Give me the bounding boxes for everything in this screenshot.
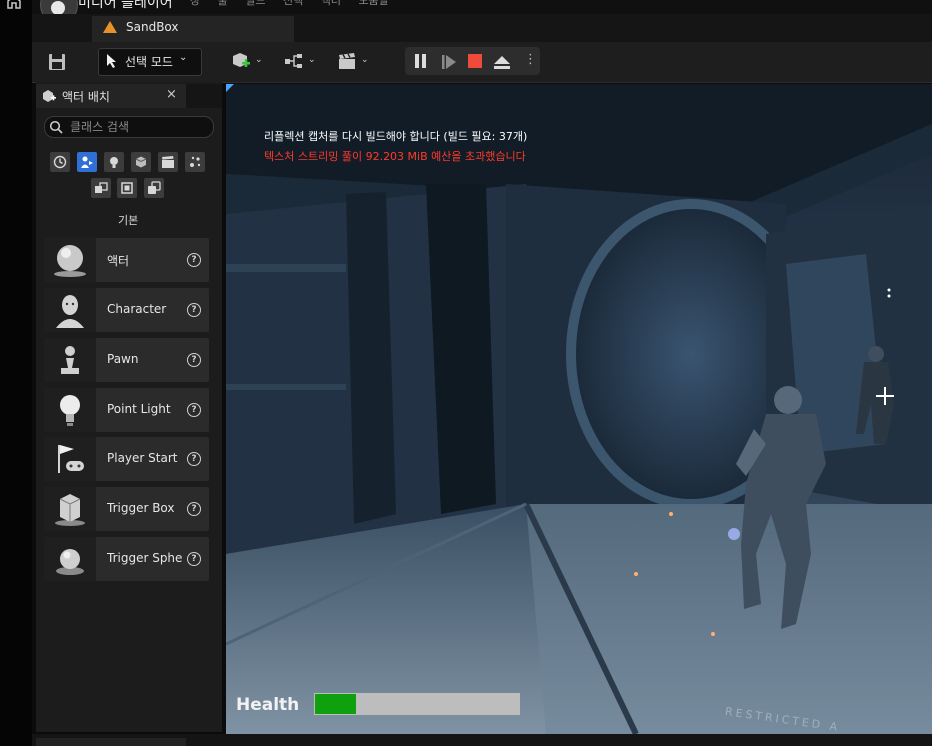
chevron-down-icon[interactable]: ⌄ bbox=[255, 55, 263, 65]
actor-item-character[interactable]: Character ? bbox=[44, 288, 209, 332]
actor-item-label: Character bbox=[107, 302, 167, 316]
stop-button[interactable] bbox=[468, 54, 482, 68]
actor-item-player-start[interactable]: Player Start ? bbox=[44, 437, 209, 481]
trigger-box-icon bbox=[55, 494, 85, 526]
chevron-down-icon[interactable]: ⌄ bbox=[308, 55, 316, 65]
character-icon bbox=[56, 295, 84, 328]
category-all-classes[interactable] bbox=[144, 178, 164, 198]
category-volumes[interactable] bbox=[91, 178, 111, 198]
cinematic-icon bbox=[162, 156, 174, 168]
category-basic[interactable] bbox=[77, 152, 97, 172]
tab-place-actors[interactable] bbox=[36, 84, 186, 108]
category-shapes[interactable] bbox=[131, 152, 151, 172]
search-placeholder: 클래스 검색 bbox=[70, 120, 130, 134]
level-icon bbox=[103, 21, 117, 33]
actor-item-label: Trigger Box bbox=[107, 501, 175, 515]
crosshair-icon bbox=[876, 387, 894, 405]
viewport-corner-marker bbox=[226, 84, 234, 92]
bottom-panel-tab[interactable] bbox=[36, 738, 186, 746]
lights-icon bbox=[110, 157, 118, 168]
trigger-sphere-icon bbox=[56, 549, 84, 575]
left-edge-strip bbox=[0, 0, 32, 746]
pause-button[interactable] bbox=[414, 54, 428, 68]
eject-button[interactable] bbox=[493, 54, 511, 69]
actor-sphere-icon bbox=[54, 245, 86, 277]
actor-item-label: Pawn bbox=[107, 352, 139, 366]
actor-item-label: Point Light bbox=[107, 402, 171, 416]
volumes-icon bbox=[95, 182, 108, 193]
cinematics-icon[interactable] bbox=[337, 52, 357, 70]
section-label: 기본 bbox=[118, 214, 139, 227]
help-icon[interactable]: ? bbox=[187, 452, 201, 466]
all-classes-icon bbox=[148, 181, 161, 194]
help-icon[interactable]: ? bbox=[187, 303, 201, 317]
actor-item-trigger-box[interactable]: Trigger Box ? bbox=[44, 487, 209, 531]
actor-item-trigger-sphere[interactable]: Trigger Spher ? bbox=[44, 537, 209, 581]
app-title: 미디어 플레이어 bbox=[78, 0, 173, 11]
menu-bar[interactable]: 창 툴 빌드 선택 액터 도움말 bbox=[190, 0, 389, 8]
actor-item-pawn[interactable]: Pawn ? bbox=[44, 338, 209, 382]
save-button[interactable] bbox=[44, 50, 70, 74]
close-icon[interactable]: × bbox=[166, 87, 177, 102]
player-start-icon bbox=[58, 445, 84, 473]
point-light-icon bbox=[60, 395, 80, 426]
game-viewport[interactable] bbox=[226, 84, 932, 734]
category-visual-effects[interactable] bbox=[185, 152, 205, 172]
frame-skip-button[interactable] bbox=[441, 54, 457, 69]
select-arrow-icon bbox=[105, 53, 119, 69]
selection-mode-label: 선택 모드 bbox=[125, 55, 173, 69]
add-actor-icon[interactable] bbox=[230, 52, 250, 70]
actor-item-label: Trigger Spher bbox=[107, 551, 182, 565]
help-icon[interactable]: ? bbox=[187, 403, 201, 417]
recent-clock-icon bbox=[53, 155, 67, 169]
place-actors-icon bbox=[42, 88, 56, 102]
health-label: Health bbox=[236, 695, 300, 715]
reflection-warning-message: 리플렉션 캡처를 다시 빌드해야 합니다 (빌드 필요: 37개) bbox=[264, 130, 528, 143]
category-geometry[interactable] bbox=[117, 178, 137, 198]
visual-effects-icon bbox=[190, 156, 201, 167]
help-icon[interactable]: ? bbox=[187, 253, 201, 267]
health-bar-fill bbox=[315, 694, 356, 714]
category-lights[interactable] bbox=[104, 152, 124, 172]
category-cinematic[interactable] bbox=[158, 152, 178, 172]
panel-title: 액터 배치 bbox=[62, 90, 110, 104]
help-icon[interactable]: ? bbox=[187, 552, 201, 566]
actor-item-label: 액터 bbox=[107, 254, 130, 268]
more-options-icon[interactable]: ⋮ bbox=[524, 52, 537, 70]
game-scene-image bbox=[226, 84, 932, 734]
geometry-icon bbox=[121, 182, 133, 194]
actor-item-actor[interactable]: 액터 ? bbox=[44, 238, 209, 282]
tab-sandbox[interactable] bbox=[92, 16, 294, 42]
help-icon[interactable]: ? bbox=[187, 502, 201, 516]
basic-actors-icon bbox=[81, 156, 93, 168]
actor-item-label: Player Start bbox=[107, 451, 178, 465]
blueprint-icon[interactable] bbox=[284, 52, 304, 70]
shapes-icon bbox=[135, 156, 147, 168]
home-icon[interactable] bbox=[6, 0, 22, 10]
tab-label: SandBox bbox=[126, 20, 179, 34]
texture-streaming-warning-message: 텍스처 스트리밍 풀이 92.203 MiB 예산을 초과했습니다 bbox=[264, 150, 526, 163]
chevron-down-icon: ⌄ bbox=[179, 52, 188, 63]
category-recent[interactable] bbox=[50, 152, 70, 172]
help-icon[interactable]: ? bbox=[187, 353, 201, 367]
search-icon bbox=[49, 119, 63, 134]
actor-item-point-light[interactable]: Point Light ? bbox=[44, 388, 209, 432]
pawn-icon bbox=[61, 346, 79, 374]
chevron-down-icon[interactable]: ⌄ bbox=[361, 55, 369, 65]
